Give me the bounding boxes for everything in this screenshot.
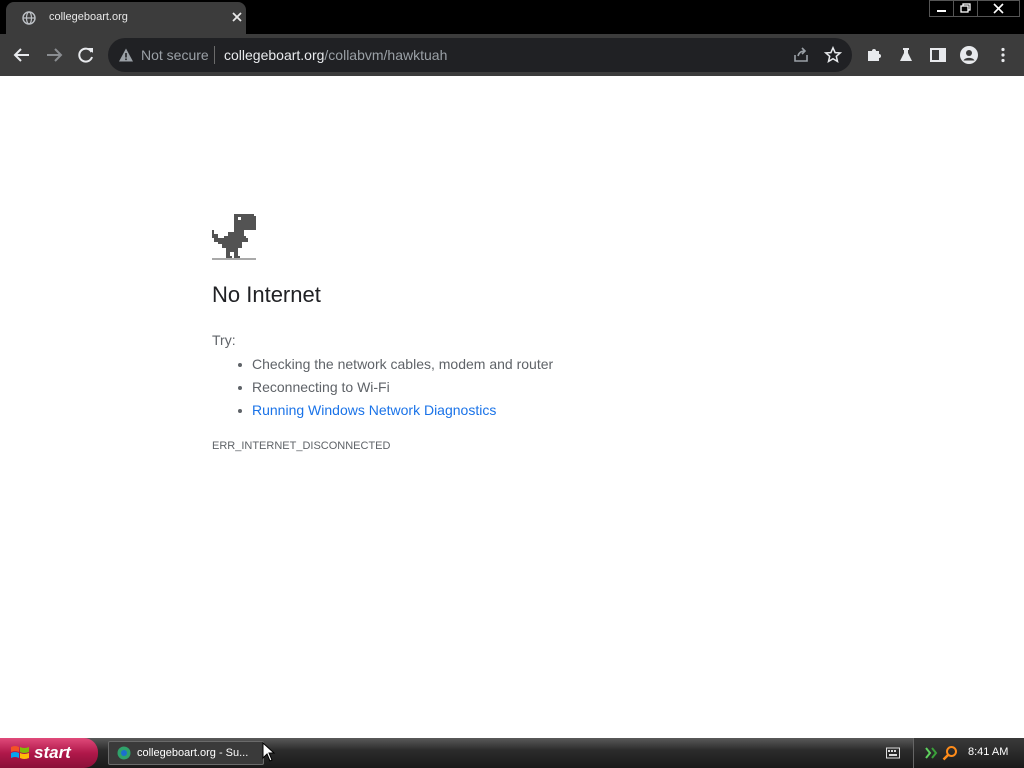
mouse-cursor-icon — [262, 742, 276, 762]
side-panel-icon[interactable] — [928, 45, 948, 65]
address-bar[interactable]: Not secure collegeboart.org/collabvm/haw… — [108, 38, 852, 72]
windows-logo-icon — [11, 746, 29, 759]
search-icon[interactable] — [942, 745, 958, 761]
browser-toolbar: Not secure collegeboart.org/collabvm/haw… — [0, 34, 1024, 76]
url-host: collegeboart.org — [224, 47, 325, 63]
menu-kebab-icon[interactable] — [993, 45, 1013, 65]
network-diagnostics-link[interactable]: Running Windows Network Diagnostics — [252, 402, 496, 418]
globe-icon — [22, 11, 36, 25]
taskbar-item-browser[interactable]: collegeboart.org - Su... — [108, 741, 264, 765]
taskbar: start collegeboart.org - Su... 8:41 AM — [0, 738, 1024, 768]
suggestion-check-cables: Checking the network cables, modem and r… — [236, 355, 553, 378]
share-icon[interactable] — [792, 46, 810, 64]
profile-avatar-icon[interactable] — [959, 45, 979, 65]
back-icon[interactable] — [12, 45, 32, 65]
forward-icon[interactable] — [44, 45, 64, 65]
restore-button[interactable] — [953, 0, 978, 17]
omnibox-divider — [214, 46, 215, 64]
system-tray: 8:41 AM — [913, 738, 1024, 768]
url-path: /collabvm/hawktuah — [324, 47, 448, 63]
start-label: start — [34, 743, 71, 762]
close-icon — [993, 3, 1004, 14]
close-window-button[interactable] — [977, 0, 1020, 17]
browser-app-icon — [117, 746, 131, 760]
reload-icon[interactable] — [76, 45, 96, 65]
suggestion-text: Checking the network cables, modem and r… — [252, 356, 554, 372]
tab-strip: collegeboart.org — [0, 0, 1024, 34]
tab-title: collegeboart.org — [49, 11, 128, 23]
taskbar-item-label: collegeboart.org - Su... — [137, 747, 249, 759]
minimize-icon — [937, 10, 946, 12]
security-label[interactable]: Not secure — [141, 47, 209, 63]
minimize-button[interactable] — [929, 0, 954, 17]
suggestion-list: Checking the network cables, modem and r… — [236, 355, 553, 424]
clock[interactable]: 8:41 AM — [968, 746, 1008, 758]
suggestion-network-diagnostics[interactable]: Running Windows Network Diagnostics — [236, 401, 553, 424]
restore-icon — [960, 3, 971, 13]
labs-flask-icon[interactable] — [896, 45, 916, 65]
try-label: Try: — [212, 332, 236, 348]
error-code: ERR_INTERNET_DISCONNECTED — [212, 440, 391, 452]
page-content: No Internet Try: Checking the network ca… — [0, 76, 1024, 738]
tab-collegeboart[interactable]: collegeboart.org — [6, 2, 246, 34]
network-icon[interactable] — [924, 745, 938, 761]
close-tab-icon[interactable] — [230, 10, 244, 24]
dinosaur-icon[interactable] — [212, 214, 256, 260]
start-button[interactable]: start — [0, 738, 98, 768]
url-text[interactable]: collegeboart.org/collabvm/hawktuah — [224, 47, 447, 63]
suggestion-reconnect-wifi: Reconnecting to Wi-Fi — [236, 378, 553, 401]
keyboard-icon[interactable] — [886, 747, 900, 759]
warning-icon[interactable] — [118, 47, 134, 63]
suggestion-text: Reconnecting to Wi-Fi — [252, 379, 390, 395]
bookmark-star-icon[interactable] — [824, 46, 842, 64]
extensions-icon[interactable] — [864, 45, 884, 65]
page-title: No Internet — [212, 282, 321, 307]
